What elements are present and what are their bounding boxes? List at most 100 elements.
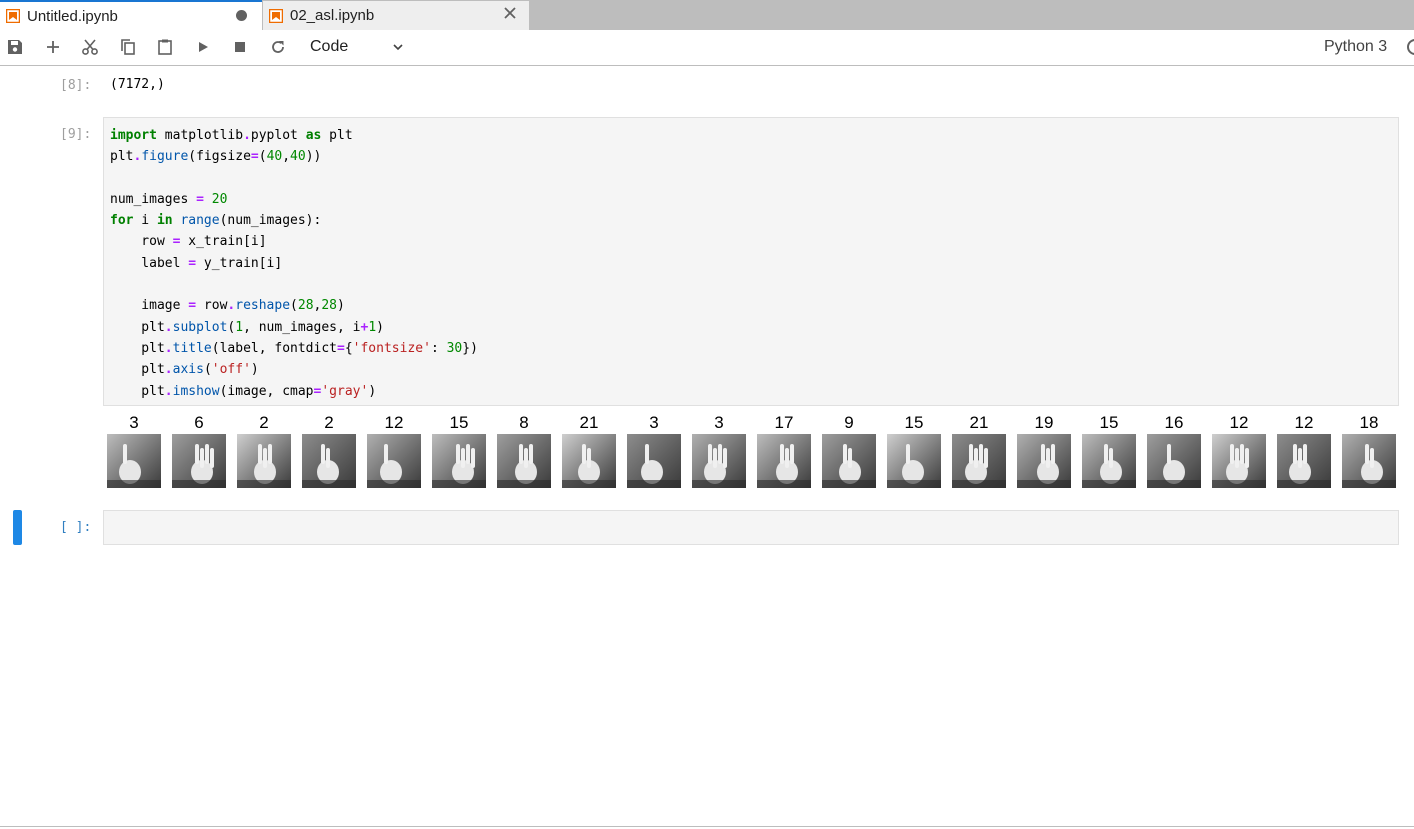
- hand-sign-image: [1147, 434, 1201, 488]
- subplot-1: 3: [106, 412, 162, 488]
- subplot-title: 15: [449, 413, 469, 432]
- stop-icon[interactable]: [231, 38, 249, 56]
- input-prompt-empty: [ ]:: [60, 520, 92, 535]
- subplot-title: 17: [774, 413, 794, 432]
- subplot-title: 2: [259, 413, 269, 432]
- notebook-toolbar: Code Python 3: [0, 30, 1414, 66]
- hand-sign-image: [1342, 434, 1396, 488]
- empty-code-cell-editor[interactable]: [103, 510, 1399, 545]
- hand-sign-image: [1082, 434, 1136, 488]
- hand-sign-image: [432, 434, 486, 488]
- active-cell-indicator: [13, 510, 22, 545]
- subplot-19: 12: [1276, 412, 1332, 488]
- subplot-2: 6: [171, 412, 227, 488]
- subplot-13: 15: [886, 412, 942, 488]
- code-line: plt.figure(figsize=(40,40)): [110, 149, 322, 165]
- subplot-title: 8: [519, 413, 529, 432]
- subplot-title: 16: [1164, 413, 1184, 432]
- hand-sign-image: [1212, 434, 1266, 488]
- subplot-10: 3: [691, 412, 747, 488]
- code-line: num_images = 20: [110, 191, 228, 207]
- subplot-20: 18: [1341, 412, 1397, 488]
- subplot-title: 21: [969, 413, 989, 432]
- subplot-title: 15: [1099, 413, 1119, 432]
- subplot-title: 6: [194, 413, 204, 432]
- save-icon[interactable]: [6, 38, 24, 56]
- subplot-3: 2: [236, 412, 292, 488]
- subplot-title: 21: [579, 413, 599, 432]
- subplot-4: 2: [301, 412, 357, 488]
- cell-output-text: (7172,): [110, 77, 165, 92]
- subplot-17: 16: [1146, 412, 1202, 488]
- subplot-title: 15: [904, 413, 924, 432]
- subplot-12: 9: [821, 412, 877, 488]
- subplot-title: 12: [1229, 413, 1249, 432]
- tab-02-asl[interactable]: 02_asl.ipynb: [263, 1, 530, 30]
- hand-sign-image: [1277, 434, 1331, 488]
- subplot-7: 8: [496, 412, 552, 488]
- subplot-title: 12: [1294, 413, 1314, 432]
- subplot-9: 3: [626, 412, 682, 488]
- paste-icon[interactable]: [156, 38, 174, 56]
- code-text[interactable]: import matplotlib.pyplot as plt plt.figu…: [110, 125, 478, 402]
- cut-icon[interactable]: [81, 38, 99, 56]
- subplot-title: 3: [649, 413, 659, 432]
- tab-untitled[interactable]: Untitled.ipynb: [0, 0, 262, 30]
- hand-sign-image: [757, 434, 811, 488]
- chevron-down-icon: [393, 44, 403, 51]
- subplot-14: 21: [951, 412, 1007, 488]
- tab-bar: Untitled.ipynb 02_asl.ipynb: [0, 0, 1414, 30]
- subplot-title: 3: [129, 413, 139, 432]
- subplot-title: 9: [844, 413, 854, 432]
- hand-sign-image: [887, 434, 941, 488]
- subplot-title: 3: [714, 413, 724, 432]
- notebook-icon: [6, 9, 20, 23]
- subplot-title: 2: [324, 413, 334, 432]
- restart-icon[interactable]: [269, 38, 287, 56]
- output-prompt: [8]:: [60, 78, 92, 93]
- kernel-status-icon: [1407, 39, 1414, 55]
- tab-label: Untitled.ipynb: [27, 7, 118, 25]
- figure-output: 3 6 2 2 12 15 8 21 3 3 17 9 15 21 19 15 16 12 12 18: [103, 412, 1403, 492]
- hand-sign-image: [562, 434, 616, 488]
- kernel-name[interactable]: Python 3: [1324, 38, 1387, 56]
- copy-icon[interactable]: [119, 38, 137, 56]
- subplot-8: 21: [561, 412, 617, 488]
- tab-label: 02_asl.ipynb: [290, 7, 375, 24]
- code-line: import matplotlib.pyplot as plt: [110, 128, 353, 143]
- subplot-title: 12: [384, 413, 404, 432]
- hand-sign-image: [237, 434, 291, 488]
- notebook-icon: [269, 8, 283, 23]
- run-icon[interactable]: [194, 38, 212, 56]
- hand-sign-image: [497, 434, 551, 488]
- close-icon[interactable]: [503, 6, 517, 20]
- hand-sign-image: [627, 434, 681, 488]
- code-line: for i in range(num_images):: [110, 213, 322, 229]
- hand-sign-image: [822, 434, 876, 488]
- subplot-title: 19: [1034, 413, 1054, 432]
- add-icon[interactable]: [44, 38, 62, 56]
- code-line: plt.title(label, fontdict={'fontsize': 3…: [110, 340, 478, 356]
- code-line: label = y_train[i]: [110, 255, 283, 271]
- hand-sign-image: [367, 434, 421, 488]
- hand-sign-image: [1017, 434, 1071, 488]
- cell-type-select[interactable]: Code: [310, 37, 410, 57]
- code-line: plt.imshow(image, cmap='gray'): [110, 383, 377, 399]
- code-line: row = x_train[i]: [110, 234, 267, 250]
- code-line: image = row.reshape(28,28): [110, 298, 345, 314]
- status-divider: [0, 826, 1414, 827]
- input-prompt: [9]:: [60, 127, 92, 142]
- cell-type-value: Code: [310, 38, 349, 55]
- hand-sign-image: [172, 434, 226, 488]
- code-line: plt.axis('off'): [110, 362, 259, 378]
- hand-sign-image: [692, 434, 746, 488]
- subplot-6: 15: [431, 412, 487, 488]
- subplot-5: 12: [366, 412, 422, 488]
- hand-sign-image: [302, 434, 356, 488]
- unsaved-indicator-icon[interactable]: [236, 10, 247, 21]
- subplot-18: 12: [1211, 412, 1267, 488]
- subplot-11: 17: [756, 412, 812, 488]
- code-cell-editor[interactable]: import matplotlib.pyplot as plt plt.figu…: [103, 117, 1399, 406]
- code-line: plt.subplot(1, num_images, i+1): [110, 319, 384, 335]
- subplot-16: 15: [1081, 412, 1137, 488]
